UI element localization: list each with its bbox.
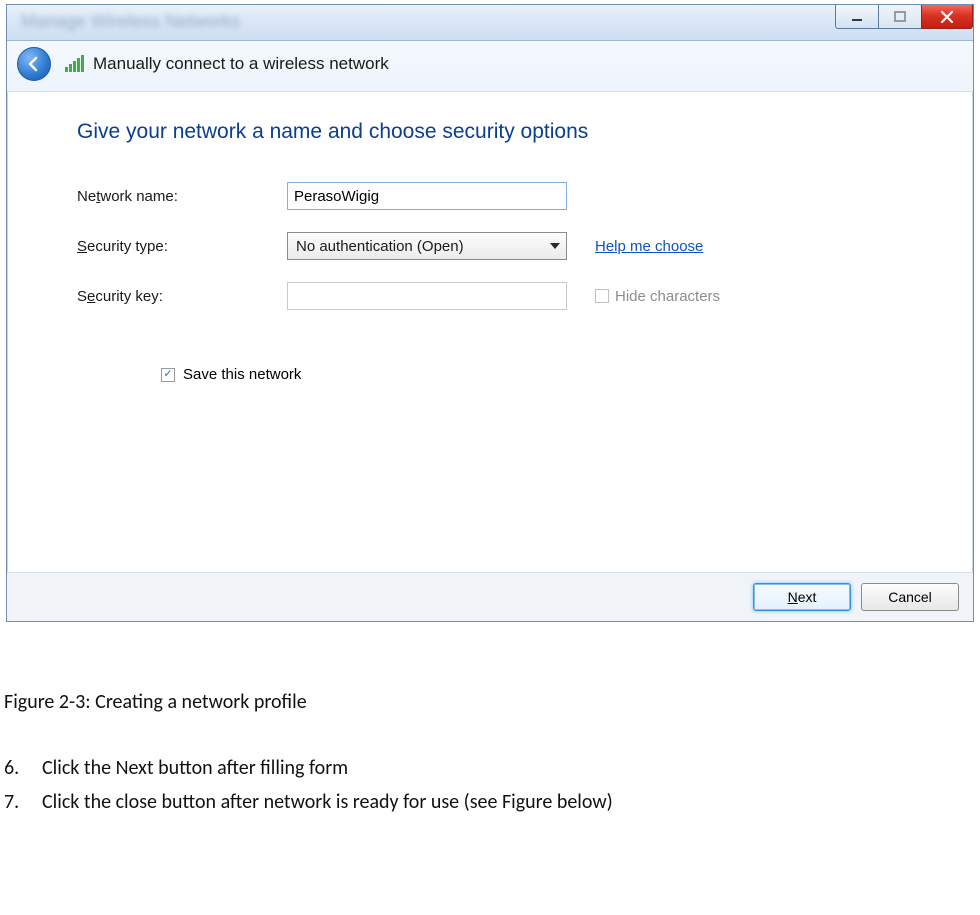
back-button[interactable] — [17, 47, 51, 81]
hide-characters-option: Hide characters — [595, 288, 720, 305]
maximize-icon — [894, 11, 906, 23]
wizard-header: Manually connect to a wireless network — [7, 41, 973, 92]
instruction-step-7: 7. Click the close button after network … — [4, 790, 976, 814]
wizard-title: Manually connect to a wireless network — [93, 54, 389, 74]
step-number: 6. — [4, 756, 42, 780]
network-name-input[interactable] — [287, 182, 567, 210]
minimize-button[interactable] — [835, 5, 879, 29]
page-heading: Give your network a name and choose secu… — [77, 120, 913, 144]
save-network-checkbox[interactable] — [161, 368, 175, 382]
back-arrow-icon — [25, 55, 43, 73]
close-button[interactable] — [921, 5, 973, 29]
hide-characters-label: Hide characters — [615, 288, 720, 305]
maximize-button[interactable] — [878, 5, 922, 29]
security-key-row: Security key: Hide characters — [77, 282, 913, 310]
save-network-row: Save this network — [161, 366, 913, 383]
close-icon — [940, 10, 954, 24]
wireless-icon — [63, 53, 85, 75]
security-type-select[interactable]: No authentication (Open) — [287, 232, 567, 260]
step-text: Click the Next button after filling form — [42, 756, 348, 780]
help-me-choose-link[interactable]: Help me choose — [595, 238, 703, 255]
step-number: 7. — [4, 790, 42, 814]
wizard-window: Manage Wireless Networks — [6, 4, 974, 622]
chevron-down-icon — [550, 243, 560, 249]
save-network-label: Save this network — [183, 366, 301, 383]
instruction-step-6: 6. Click the Next button after filling f… — [4, 756, 976, 780]
network-name-row: Network name: — [77, 182, 913, 210]
window-controls — [836, 5, 973, 29]
network-name-label: Network name: — [77, 188, 287, 205]
wizard-button-bar: Next Cancel — [7, 572, 973, 621]
parent-window-hint: Manage Wireless Networks — [21, 11, 240, 32]
security-type-row: Security type: No authentication (Open) … — [77, 232, 913, 260]
figure-caption: Figure 2-3: Creating a network profile — [4, 690, 976, 714]
wizard-content: Give your network a name and choose secu… — [7, 92, 973, 572]
document-text: Figure 2-3: Creating a network profile 6… — [0, 622, 980, 844]
security-key-input — [287, 282, 567, 310]
security-key-label: Security key: — [77, 288, 287, 305]
cancel-button[interactable]: Cancel — [861, 583, 959, 611]
hide-characters-checkbox — [595, 289, 609, 303]
window-titlebar: Manage Wireless Networks — [7, 5, 973, 41]
next-button[interactable]: Next — [753, 583, 851, 611]
step-text: Click the close button after network is … — [42, 790, 613, 814]
security-type-value: No authentication (Open) — [296, 238, 464, 255]
instruction-list: 6. Click the Next button after filling f… — [4, 756, 976, 814]
security-type-label: Security type: — [77, 238, 287, 255]
minimize-icon — [851, 11, 863, 23]
